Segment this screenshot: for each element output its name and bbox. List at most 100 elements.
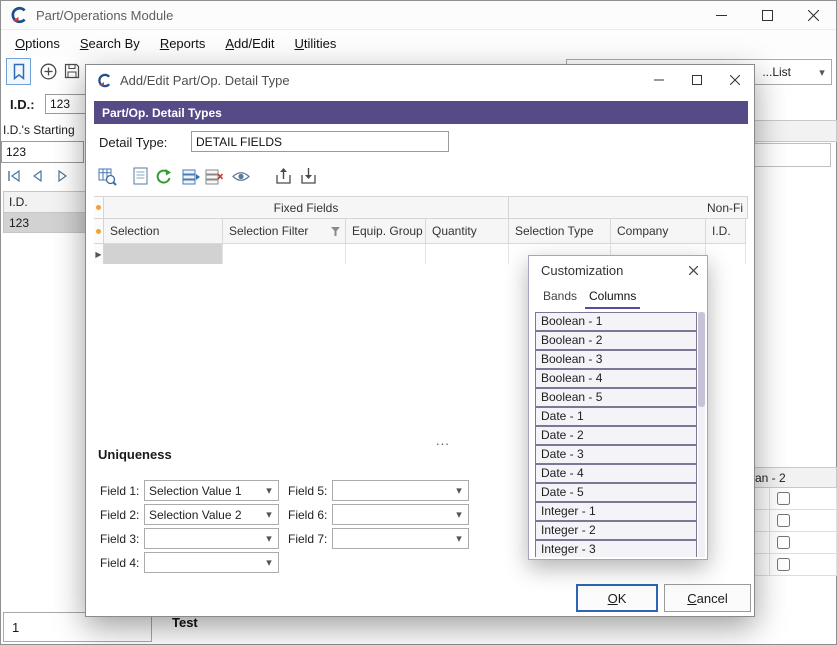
list-item[interactable]: Boolean - 3 <box>535 350 697 369</box>
cell-equip-group[interactable] <box>346 244 426 264</box>
cell-selection[interactable] <box>104 244 223 264</box>
ok-button[interactable]: OK <box>576 584 658 612</box>
list-item[interactable]: Boolean - 4 <box>535 369 697 388</box>
row-checkbox[interactable] <box>777 536 790 549</box>
close-button[interactable] <box>790 1 836 29</box>
minimize-button[interactable] <box>698 1 744 29</box>
cell-id[interactable] <box>706 244 746 264</box>
list-item[interactable]: Date - 2 <box>535 426 697 445</box>
chevron-down-icon: ▾ <box>260 532 278 545</box>
next-record-icon[interactable] <box>52 167 72 185</box>
menu-options[interactable]: Options <box>5 30 70 57</box>
menu-reports[interactable]: Reports <box>150 30 216 57</box>
col-quantity[interactable]: Quantity <box>426 219 509 244</box>
right-grid-cell <box>754 143 831 167</box>
field-7-combo[interactable]: ▾ <box>332 528 469 549</box>
table-row <box>753 532 837 554</box>
list-scrollbar[interactable] <box>698 312 705 557</box>
field-5-combo[interactable]: ▾ <box>332 480 469 501</box>
chevron-down-icon: ▾ <box>450 484 468 497</box>
customization-close-icon[interactable] <box>685 262 701 278</box>
tab-bands[interactable]: Bands <box>539 286 581 307</box>
col-company[interactable]: Company <box>611 219 706 244</box>
row-checkbox[interactable] <box>777 492 790 505</box>
col-selection[interactable]: Selection <box>104 219 223 244</box>
hide-column-icon[interactable] <box>230 165 252 187</box>
more-indicator: ... <box>436 433 450 448</box>
col-selection-type[interactable]: Selection Type <box>509 219 611 244</box>
section-label-test: Test <box>172 615 198 630</box>
chevron-down-icon: ▾ <box>260 556 278 569</box>
chevron-down-icon: ▾ <box>450 532 468 545</box>
left-grid-header[interactable]: I.D. <box>3 191 89 213</box>
field-2-combo[interactable]: Selection Value 2 ▾ <box>144 504 279 525</box>
col-selection-filter[interactable]: Selection Filter <box>223 219 346 244</box>
maximize-button[interactable] <box>744 1 790 29</box>
add-row-icon[interactable] <box>180 165 202 187</box>
scrollbar-thumb[interactable] <box>698 312 705 407</box>
list-item[interactable]: Date - 3 <box>535 445 697 464</box>
grid-header-row: Selection Selection Filter Equip. Group … <box>94 219 748 244</box>
row-checkbox[interactable] <box>777 514 790 527</box>
list-item[interactable]: Date - 5 <box>535 483 697 502</box>
list-item[interactable]: Date - 1 <box>535 407 697 426</box>
cancel-button[interactable]: Cancel <box>664 584 751 612</box>
dialog-controls <box>640 65 754 95</box>
list-item[interactable]: Integer - 1 <box>535 502 697 521</box>
drag-indicator-icon <box>96 205 101 210</box>
dialog-header-band: Part/Op. Detail Types <box>94 101 748 124</box>
filter-icon[interactable] <box>331 227 340 236</box>
band-non-fixed-fields[interactable]: Non-Fi <box>509 197 748 219</box>
id-input[interactable] <box>45 94 87 114</box>
save-button[interactable] <box>61 60 83 82</box>
delete-row-icon[interactable] <box>203 165 225 187</box>
detail-type-label: Detail Type: <box>99 135 167 150</box>
bookmark-button[interactable] <box>6 58 31 85</box>
cell-quantity[interactable] <box>426 244 509 264</box>
preview-document-icon[interactable] <box>129 165 151 187</box>
list-item[interactable]: Date - 4 <box>535 464 697 483</box>
field-1-combo[interactable]: Selection Value 1 ▾ <box>144 480 279 501</box>
row-checkbox[interactable] <box>777 558 790 571</box>
ids-starting-input[interactable]: 123 <box>1 141 84 163</box>
dialog-minimize-button[interactable] <box>640 65 678 95</box>
drag-indicator-icon <box>96 229 101 234</box>
refresh-icon[interactable] <box>152 165 174 187</box>
add-record-button[interactable] <box>37 60 59 82</box>
col-id[interactable]: I.D. <box>706 219 746 244</box>
right-grid-band <box>753 120 837 142</box>
import-icon[interactable] <box>297 165 319 187</box>
list-item[interactable]: Boolean - 5 <box>535 388 697 407</box>
field-4-combo[interactable]: ▾ <box>144 552 279 573</box>
app-screen: Part/Operations Module Options Search By… <box>0 0 837 645</box>
list-item[interactable]: Boolean - 2 <box>535 331 697 350</box>
menu-utilities[interactable]: Utilities <box>285 30 347 57</box>
menu-search-by[interactable]: Search By <box>70 30 150 57</box>
chevron-down-icon: ▾ <box>813 66 831 79</box>
first-record-icon[interactable] <box>4 167 24 185</box>
dialog-close-button[interactable] <box>716 65 754 95</box>
left-grid-selected-row[interactable]: 123 <box>3 213 89 233</box>
col-equip-group[interactable]: Equip. Group <box>346 219 426 244</box>
cell-selection-filter[interactable] <box>223 244 346 264</box>
detail-fields-grid: Fixed Fields Non-Fi Selection Selection … <box>94 196 748 264</box>
row-arrow-icon: ▶ <box>95 250 101 259</box>
dialog-logo-icon <box>97 73 112 88</box>
list-item[interactable]: Integer - 3 <box>535 540 697 557</box>
right-grid-col-header[interactable]: an - 2 <box>753 467 837 488</box>
list-item[interactable]: Integer - 2 <box>535 521 697 540</box>
detail-type-input[interactable] <box>191 131 449 152</box>
row-indicator <box>753 532 770 553</box>
band-fixed-fields[interactable]: Fixed Fields <box>104 197 509 219</box>
menu-add-edit[interactable]: Add/Edit <box>215 30 284 57</box>
export-icon[interactable] <box>272 165 294 187</box>
record-navigator <box>4 167 72 185</box>
list-item[interactable]: Boolean - 1 <box>535 312 697 331</box>
tab-columns[interactable]: Columns <box>585 286 640 309</box>
id-label: I.D.: <box>10 97 35 112</box>
previous-record-icon[interactable] <box>28 167 48 185</box>
grid-search-icon[interactable] <box>96 165 118 187</box>
field-3-combo[interactable]: ▾ <box>144 528 279 549</box>
dialog-maximize-button[interactable] <box>678 65 716 95</box>
field-6-combo[interactable]: ▾ <box>332 504 469 525</box>
